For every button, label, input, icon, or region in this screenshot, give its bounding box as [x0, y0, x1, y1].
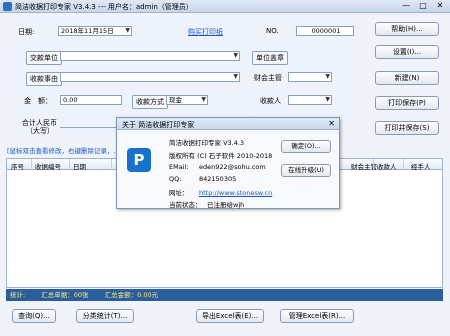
- no-label: NO.: [266, 27, 279, 35]
- query-button[interactable]: 查询(Q)...: [12, 309, 56, 323]
- receiver-label: 收款人: [260, 97, 281, 105]
- email-key: EMail:: [169, 163, 189, 171]
- date-value: 2018年11月15日: [61, 27, 114, 35]
- email-value: eden922@sohu.com: [199, 163, 266, 171]
- payer-label[interactable]: 交款单位: [26, 51, 62, 65]
- about-copyright: 版权所有 (C) 石子软件 2010-2018: [169, 152, 273, 160]
- no-field[interactable]: 0000001: [296, 26, 354, 36]
- site-key: 网址：: [169, 189, 189, 197]
- category-stats-button[interactable]: 分类统计(T)...: [76, 309, 134, 323]
- print-save-button[interactable]: 打印保存(P): [375, 96, 439, 110]
- date-field[interactable]: 2018年11月15日 ▼: [58, 26, 132, 36]
- col-divider: [69, 159, 70, 170]
- finance-field[interactable]: ▼: [288, 72, 332, 82]
- app-icon: [3, 2, 12, 11]
- chevron-down-icon: ▼: [325, 96, 330, 103]
- col-header-index[interactable]: 序号: [11, 161, 24, 171]
- title-bar: 简洁收据打印专家 V3.4.3 --- 用户名：admin（管理员） — □ ✕: [0, 0, 450, 13]
- about-dialog: 关于 简洁收据打印专家 ✕ P 简洁收据打印专家 V3.4.3 版权所有 (C)…: [116, 117, 340, 209]
- col-divider: [373, 159, 374, 170]
- total-label-line2: （大写）: [26, 127, 54, 135]
- col-header-handler[interactable]: 经手人: [411, 161, 431, 171]
- help-button[interactable]: 帮助(H)...: [375, 22, 439, 36]
- chevron-down-icon: ▼: [201, 96, 206, 103]
- dialog-close-icon[interactable]: ✕: [328, 119, 335, 128]
- chevron-down-icon: ▼: [233, 52, 238, 59]
- status-value: 已注册给wjh: [207, 201, 245, 209]
- dialog-ok-button[interactable]: 确定(O)...: [281, 140, 331, 153]
- print-and-save-button[interactable]: 打印并保存(S): [375, 121, 439, 135]
- maximize-button[interactable]: □: [415, 1, 431, 12]
- method-label[interactable]: 收款方式: [132, 95, 168, 109]
- window-title: 简洁收据打印专家 V3.4.3 --- 用户名：admin（管理员）: [15, 3, 193, 11]
- subject-label[interactable]: 收款事由: [26, 72, 62, 86]
- about-email-row: EMail: eden922@sohu.com: [169, 163, 266, 171]
- manage-excel-button[interactable]: 管理Excel表(R)...: [280, 309, 354, 323]
- col-header-receiver[interactable]: 收款人: [377, 161, 397, 171]
- about-site-row: 网址： http://www.stonesw.cn: [169, 187, 272, 197]
- status-bar: 统计: 汇总单据：00张 汇总金额：0.00元: [6, 289, 443, 301]
- site-link[interactable]: http://www.stonesw.cn: [199, 189, 272, 197]
- minimize-button[interactable]: —: [398, 1, 414, 12]
- amount-field[interactable]: 0.00: [60, 95, 122, 105]
- date-label: 日期:: [18, 28, 35, 36]
- method-value: 现金: [169, 96, 182, 104]
- status-label: 统计:: [10, 291, 26, 299]
- unit-seal-label: 单位盖章: [252, 51, 288, 65]
- receiver-field[interactable]: ▼: [288, 95, 332, 105]
- main-window: 简洁收据打印专家 V3.4.3 --- 用户名：admin（管理员） — □ ✕…: [0, 0, 450, 336]
- chevron-down-icon: ▼: [325, 73, 330, 80]
- export-excel-button[interactable]: 导出Excel表(E)...: [196, 309, 264, 323]
- about-status-row: 当前状态： 已注册给wjh: [169, 199, 244, 209]
- app-logo: P: [127, 148, 151, 172]
- dialog-title-bar: 关于 简洁收据打印专家 ✕: [117, 118, 339, 130]
- buy-paper-link[interactable]: 购买打印纸: [188, 27, 223, 37]
- col-divider: [111, 159, 112, 170]
- finance-label: 财会主管: [254, 74, 282, 82]
- new-button[interactable]: 新建(N): [375, 71, 439, 85]
- about-app-name: 简洁收据打印专家 V3.4.3: [169, 139, 245, 147]
- subject-field[interactable]: ▼: [60, 72, 240, 82]
- col-divider: [31, 159, 32, 170]
- payer-field[interactable]: ▼: [60, 51, 240, 61]
- col-divider: [403, 159, 404, 170]
- hint-text: [鼠标双击查看修改，右键删除记录，……: [7, 147, 127, 155]
- method-field[interactable]: 现金 ▼: [166, 95, 208, 105]
- status-count: 汇总单据：00张: [41, 291, 89, 299]
- qq-key: QQ:: [169, 175, 182, 183]
- qq-value: 842150305: [199, 175, 237, 183]
- about-qq-row: QQ: 842150305: [169, 175, 236, 183]
- dialog-title: 关于 简洁收据打印专家: [122, 121, 195, 129]
- close-button[interactable]: ✕: [432, 1, 448, 12]
- col-header-receipt-no[interactable]: 收据编号: [35, 161, 61, 171]
- settings-button[interactable]: 设置(I)...: [375, 45, 439, 59]
- col-header-date[interactable]: 日期: [73, 161, 86, 171]
- status-key: 当前状态：: [169, 201, 202, 209]
- chevron-down-icon: ▼: [233, 73, 238, 80]
- total-underline: [60, 127, 120, 128]
- dialog-upgrade-button[interactable]: 在线升级(U): [281, 164, 331, 177]
- amount-label: 金 额：: [24, 97, 52, 105]
- chevron-down-icon: ▼: [125, 27, 130, 34]
- status-amount: 汇总金额：0.00元: [104, 291, 159, 299]
